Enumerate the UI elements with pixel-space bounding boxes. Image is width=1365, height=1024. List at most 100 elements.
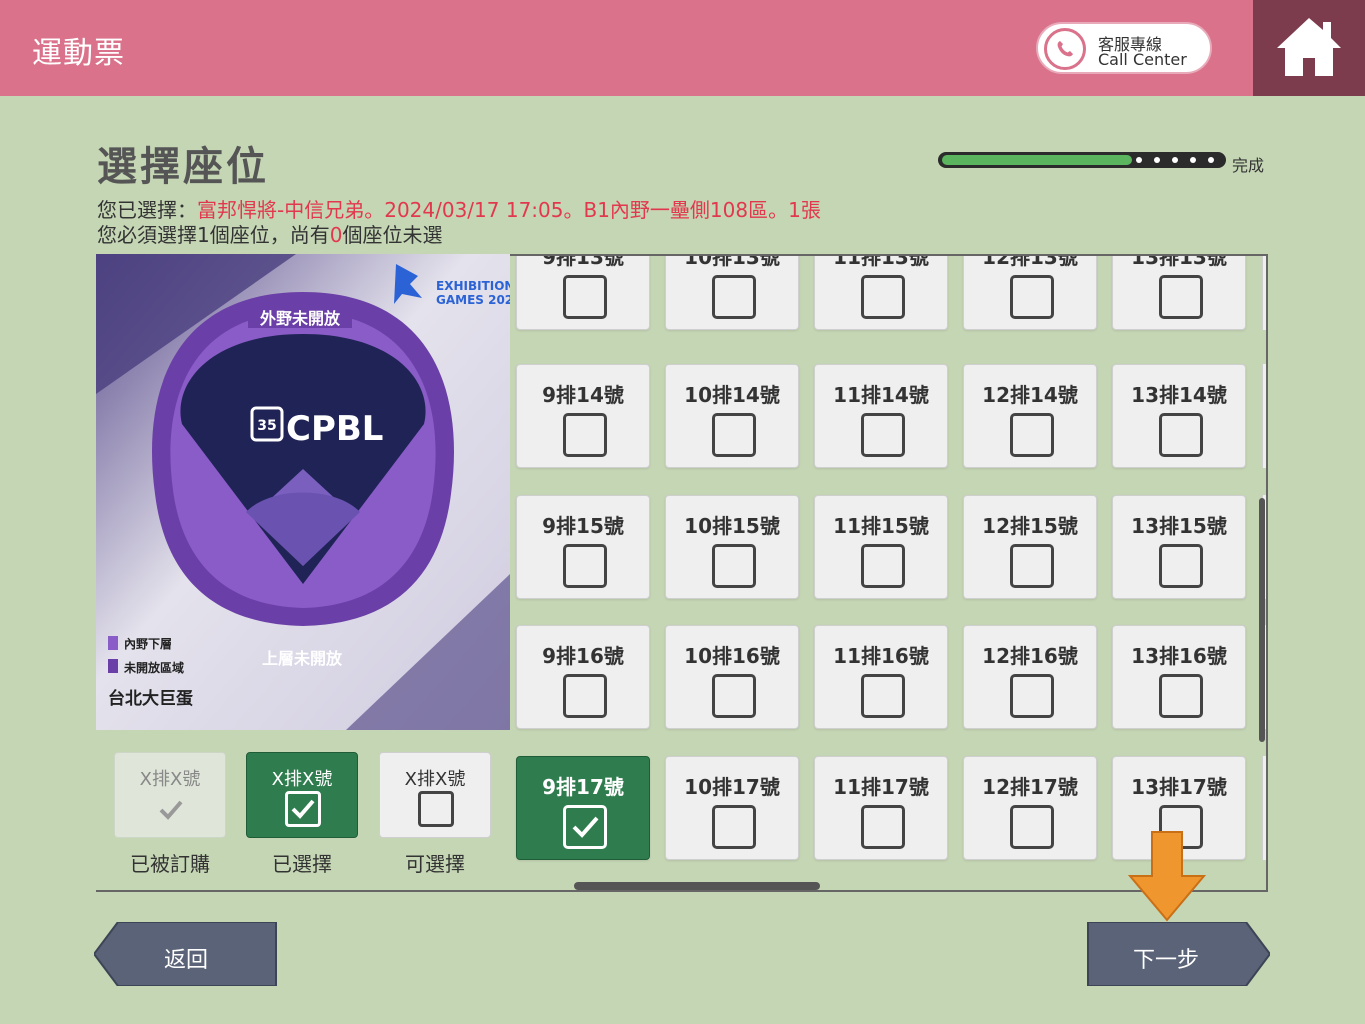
progress-dot bbox=[1208, 157, 1214, 163]
next-column-peek bbox=[1262, 364, 1266, 468]
empty-box-icon[interactable] bbox=[712, 674, 756, 718]
seat-13-14[interactable]: 13排14號 bbox=[1112, 364, 1246, 468]
empty-box-icon[interactable] bbox=[712, 544, 756, 588]
page-title: 選擇座位 bbox=[97, 144, 269, 190]
seat-label: 9排16號 bbox=[542, 644, 624, 668]
seat-grid[interactable]: 9排13號 10排13號 11排13號 12排13號 13排13號 9排14號 10排14號… bbox=[510, 254, 1268, 892]
down-arrow-icon bbox=[1128, 831, 1206, 922]
empty-box-icon[interactable] bbox=[712, 413, 756, 457]
empty-box-icon bbox=[418, 791, 454, 827]
empty-box-icon[interactable] bbox=[563, 275, 607, 319]
call-center-button[interactable]: 客服專線 Call Center bbox=[1036, 22, 1212, 74]
empty-box-icon[interactable] bbox=[1159, 674, 1203, 718]
seat-9-14[interactable]: 9排14號 bbox=[516, 364, 650, 468]
checked-box-icon bbox=[285, 791, 321, 827]
seat-label: 11排15號 bbox=[833, 514, 929, 538]
progress-dot bbox=[1136, 157, 1142, 163]
empty-box-icon[interactable] bbox=[1159, 275, 1203, 319]
seat-12-13[interactable]: 12排13號 bbox=[963, 254, 1097, 330]
empty-box-icon[interactable] bbox=[712, 805, 756, 849]
empty-box-icon[interactable] bbox=[1010, 413, 1054, 457]
seat-label: 11排14號 bbox=[833, 383, 929, 407]
seat-11-16[interactable]: 11排16號 bbox=[814, 625, 948, 729]
seat-13-16[interactable]: 13排16號 bbox=[1112, 625, 1246, 729]
seat-label: 12排13號 bbox=[982, 254, 1078, 269]
empty-box-icon[interactable] bbox=[1010, 544, 1054, 588]
empty-box-icon[interactable] bbox=[563, 674, 607, 718]
seat-label: 10排17號 bbox=[684, 775, 780, 799]
seat-label: 9排14號 bbox=[542, 383, 624, 407]
map-legend-infield: 內野下層 bbox=[124, 636, 172, 651]
next-button[interactable]: 下一步 bbox=[1086, 922, 1270, 986]
seat-12-16[interactable]: 12排16號 bbox=[963, 625, 1097, 729]
progress-label: 完成 bbox=[1232, 156, 1265, 175]
seat-label: 10排15號 bbox=[684, 514, 780, 538]
seat-label: 12排15號 bbox=[982, 514, 1078, 538]
seat-9-16[interactable]: 9排16號 bbox=[516, 625, 650, 729]
next-button-label: 下一步 bbox=[1132, 948, 1199, 973]
requirement-text-a: 您必須選擇1個座位，尚有 bbox=[97, 223, 330, 247]
seat-10-13[interactable]: 10排13號 bbox=[665, 254, 799, 330]
seat-label: 13排13號 bbox=[1131, 254, 1227, 269]
seat-label: 11排16號 bbox=[833, 644, 929, 668]
seat-13-13[interactable]: 13排13號 bbox=[1112, 254, 1246, 330]
empty-box-icon[interactable] bbox=[861, 413, 905, 457]
seat-10-14[interactable]: 10排14號 bbox=[665, 364, 799, 468]
back-button[interactable]: 返回 bbox=[94, 922, 278, 986]
legend-chosen-sample-label: X排X號 bbox=[271, 769, 333, 790]
seat-10-16[interactable]: 10排16號 bbox=[665, 625, 799, 729]
seat-11-14[interactable]: 11排14號 bbox=[814, 364, 948, 468]
vertical-scrollbar[interactable] bbox=[1259, 498, 1265, 742]
empty-box-icon[interactable] bbox=[563, 544, 607, 588]
horizontal-scrollbar[interactable] bbox=[574, 882, 820, 890]
phone-icon bbox=[1044, 28, 1086, 70]
seat-11-13[interactable]: 11排13號 bbox=[814, 254, 948, 330]
seat-label: 10排14號 bbox=[684, 383, 780, 407]
back-button-label: 返回 bbox=[163, 948, 208, 973]
empty-box-icon[interactable] bbox=[861, 275, 905, 319]
empty-box-icon[interactable] bbox=[861, 674, 905, 718]
seat-9-13[interactable]: 9排13號 bbox=[516, 256, 650, 330]
seat-11-15[interactable]: 11排15號 bbox=[814, 495, 948, 599]
legend-available-sample: X排X號 bbox=[379, 752, 491, 838]
empty-box-icon[interactable] bbox=[1010, 674, 1054, 718]
outfield-closed-label: 外野未開放 bbox=[259, 309, 341, 328]
seat-label: 10排13號 bbox=[684, 254, 780, 269]
empty-box-icon[interactable] bbox=[563, 413, 607, 457]
legend-booked-caption: 已被訂購 bbox=[130, 852, 210, 876]
event-brand-line2: GAMES 2024 bbox=[436, 293, 510, 307]
legend-chosen-sample: X排X號 bbox=[246, 752, 358, 838]
stadium-seat-map: 35 CPBL 外野未開放 上層未開放 EXHIBITION GAMES 202… bbox=[96, 254, 510, 730]
empty-box-icon[interactable] bbox=[1159, 413, 1203, 457]
empty-box-icon[interactable] bbox=[1159, 544, 1203, 588]
empty-box-icon[interactable] bbox=[861, 544, 905, 588]
seat-label: 9排17號 bbox=[542, 775, 624, 799]
seat-12-14[interactable]: 12排14號 bbox=[963, 364, 1097, 468]
seat-10-15[interactable]: 10排15號 bbox=[665, 495, 799, 599]
seat-9-15[interactable]: 9排15號 bbox=[516, 495, 650, 599]
home-button[interactable] bbox=[1253, 0, 1365, 96]
app-title: 運動票 bbox=[32, 36, 125, 71]
seat-label: 12排16號 bbox=[982, 644, 1078, 668]
next-column-peek bbox=[1262, 256, 1266, 330]
seat-12-15[interactable]: 12排15號 bbox=[963, 495, 1097, 599]
empty-box-icon[interactable] bbox=[1010, 805, 1054, 849]
seat-label: 13排14號 bbox=[1131, 383, 1227, 407]
seat-12-17[interactable]: 12排17號 bbox=[963, 756, 1097, 860]
empty-box-icon[interactable] bbox=[1010, 275, 1054, 319]
seat-13-15[interactable]: 13排15號 bbox=[1112, 495, 1246, 599]
seat-label: 12排14號 bbox=[982, 383, 1078, 407]
check-icon bbox=[159, 800, 183, 820]
progress-fill bbox=[942, 155, 1133, 165]
empty-box-icon[interactable] bbox=[861, 805, 905, 849]
seat-10-17[interactable]: 10排17號 bbox=[665, 756, 799, 860]
seat-label: 11排17號 bbox=[833, 775, 929, 799]
logo-number: 35 bbox=[257, 418, 276, 434]
seat-11-17[interactable]: 11排17號 bbox=[814, 756, 948, 860]
checked-box-icon[interactable] bbox=[563, 805, 607, 849]
empty-box-icon[interactable] bbox=[712, 275, 756, 319]
seat-label: 11排13號 bbox=[833, 254, 929, 269]
progress-dot bbox=[1190, 157, 1196, 163]
seat-9-17[interactable]: 9排17號 bbox=[516, 756, 650, 860]
header-bar: 運動票 客服專線 Call Center bbox=[0, 0, 1365, 96]
